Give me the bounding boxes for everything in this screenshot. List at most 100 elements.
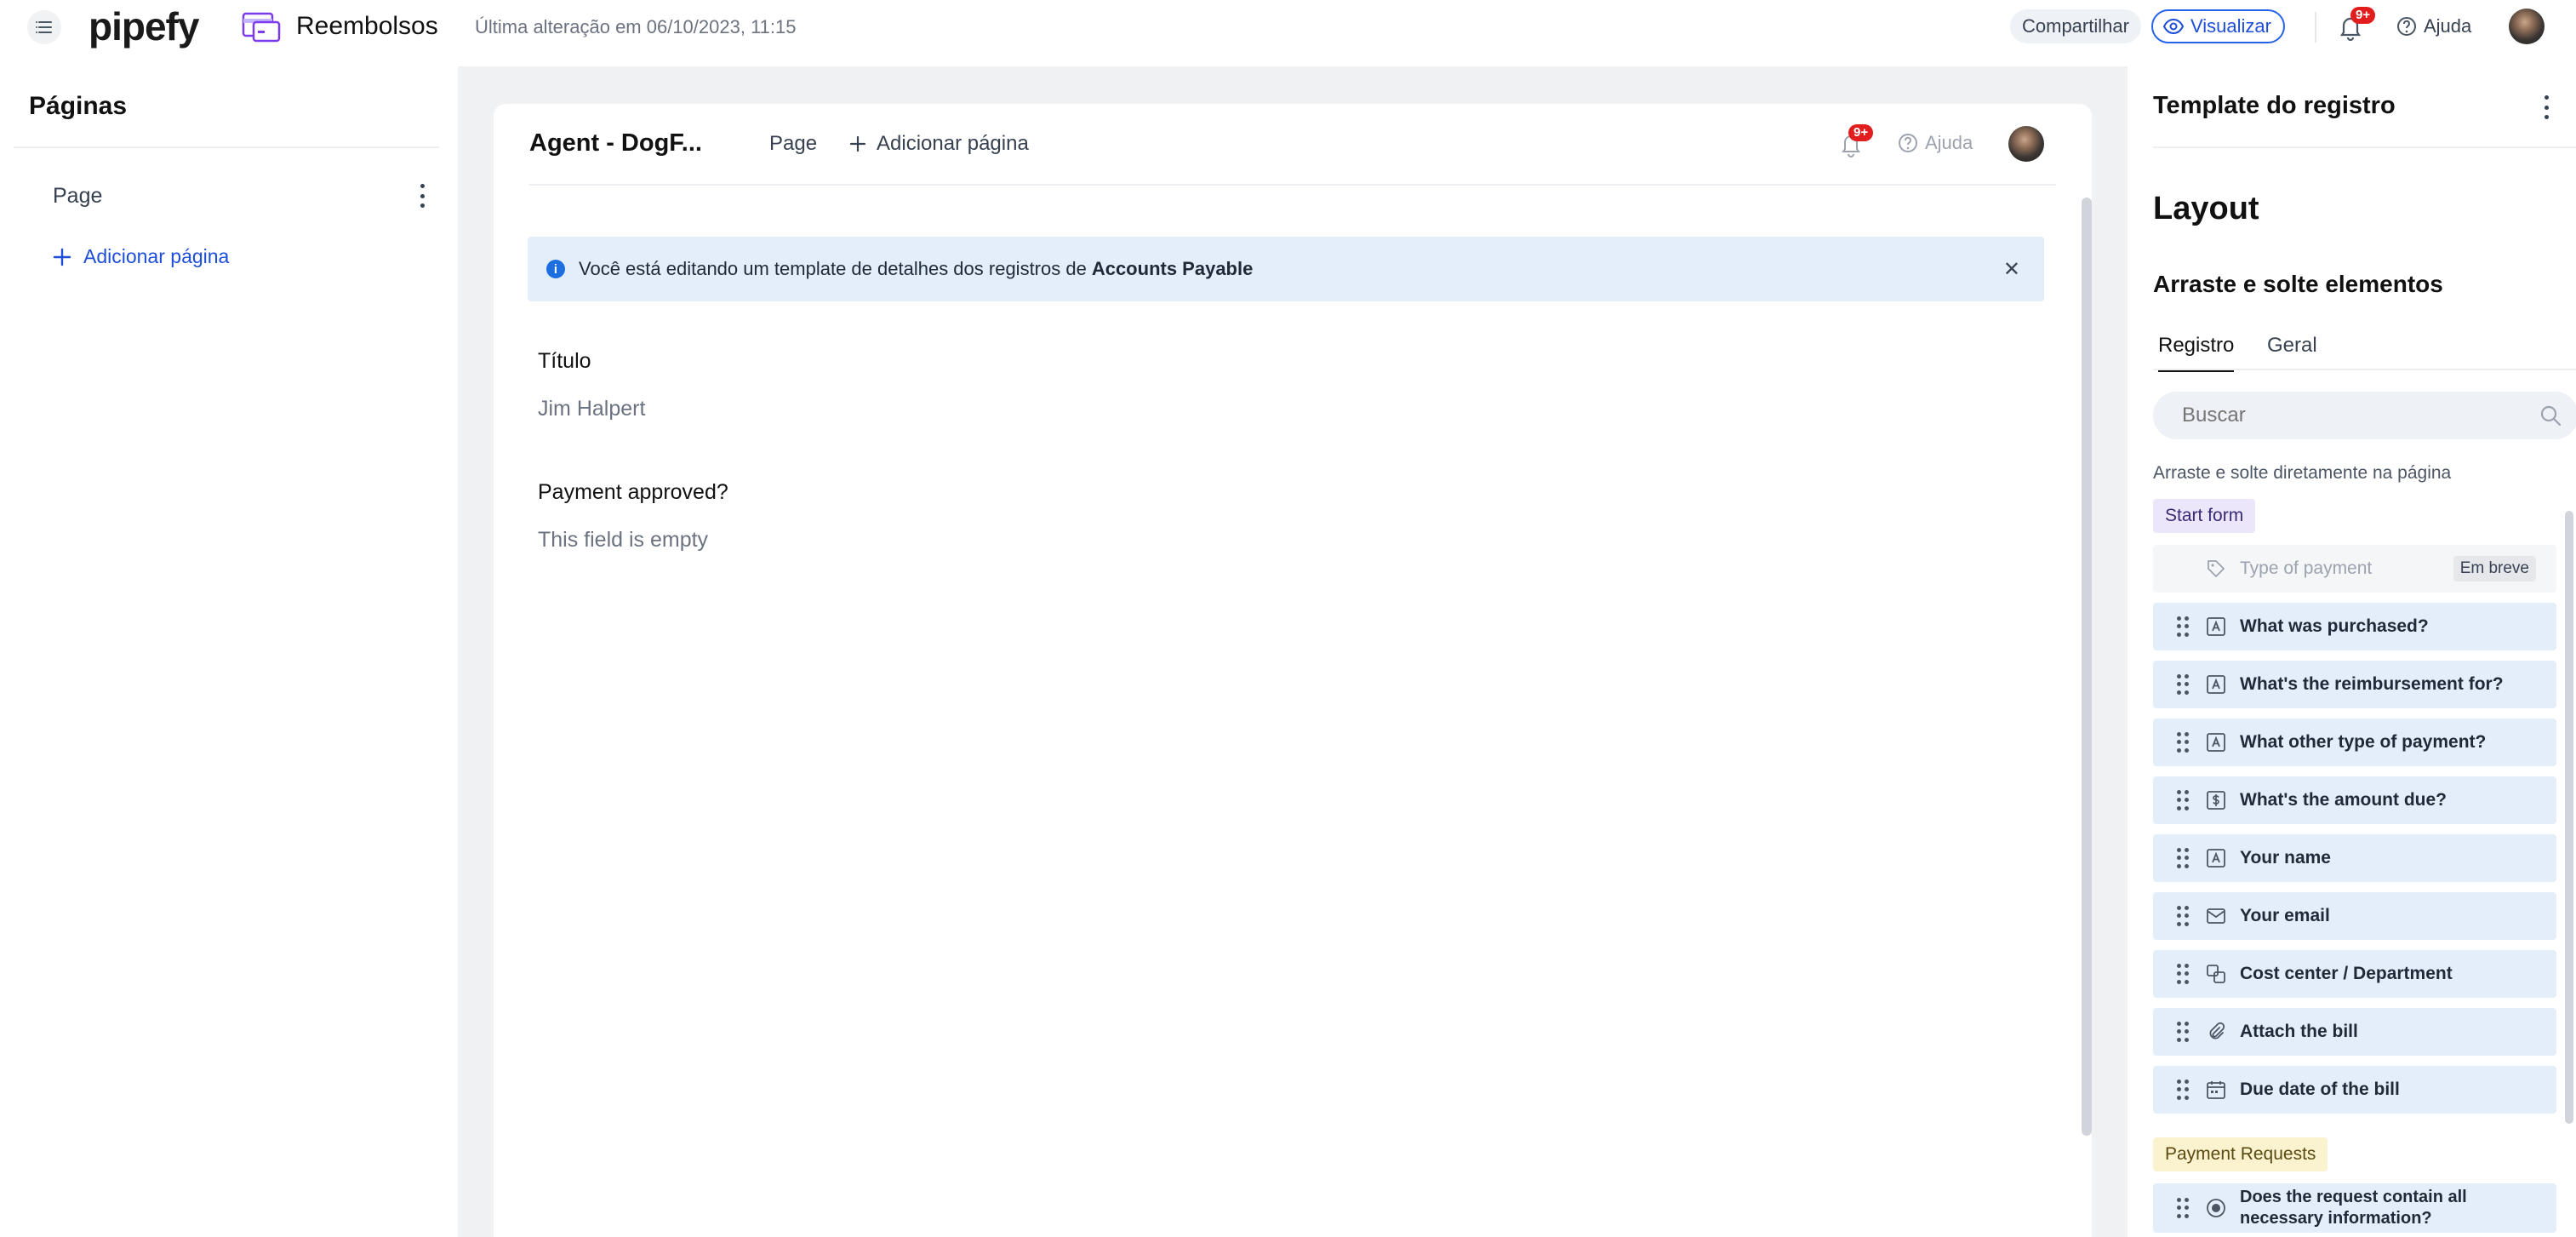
text-field-icon bbox=[2207, 849, 2225, 868]
field-item[interactable]: Your name bbox=[2153, 834, 2556, 882]
field-item[interactable]: What other type of payment? bbox=[2153, 719, 2556, 766]
view-button[interactable]: Visualizar bbox=[2151, 9, 2285, 43]
menu-icon bbox=[36, 21, 52, 33]
drag-handle-icon[interactable] bbox=[2177, 1022, 2189, 1042]
divider bbox=[529, 184, 2056, 186]
notification-badge: 9+ bbox=[2350, 7, 2376, 24]
plus-icon bbox=[53, 248, 71, 266]
last-change-text: Última alteração em 06/10/2023, 11:15 bbox=[475, 16, 797, 37]
pipefy-logo[interactable]: pipefy bbox=[89, 3, 199, 49]
help-circle-icon bbox=[1899, 134, 1917, 152]
connection-icon bbox=[2207, 965, 2225, 983]
search-field[interactable] bbox=[2153, 392, 2576, 439]
drag-handle-icon[interactable] bbox=[2177, 906, 2189, 926]
field-item-label: What's the amount due? bbox=[2240, 790, 2447, 810]
pipe-name[interactable]: Reembolsos bbox=[296, 12, 438, 41]
field-item[interactable]: Does the request contain all necessary i… bbox=[2153, 1183, 2556, 1233]
field-item-label: What other type of payment? bbox=[2240, 732, 2487, 752]
info-banner-pipe-name: Accounts Payable bbox=[1091, 258, 1254, 279]
add-page-button[interactable]: Adicionar página bbox=[53, 245, 229, 268]
help-circle-icon bbox=[2397, 17, 2416, 36]
eye-icon bbox=[2163, 19, 2184, 34]
user-avatar[interactable] bbox=[2509, 9, 2545, 44]
search-input[interactable] bbox=[2182, 404, 2522, 427]
drag-handle-icon[interactable] bbox=[2177, 790, 2189, 810]
add-page-label: Adicionar página bbox=[83, 245, 230, 267]
drag-handle-icon[interactable] bbox=[2177, 964, 2189, 984]
field-item[interactable]: Attach the bill bbox=[2153, 1008, 2556, 1056]
pipe-icon bbox=[242, 12, 281, 43]
field-item[interactable]: What's the reimbursement for? bbox=[2153, 661, 2556, 708]
help-label: Ajuda bbox=[2424, 15, 2472, 37]
canvas-help-label: Ajuda bbox=[1925, 132, 1973, 153]
canvas-user-avatar[interactable] bbox=[2008, 126, 2044, 162]
group-tag-payment-requests: Payment Requests bbox=[2153, 1137, 2328, 1171]
info-banner-text: Você está editando um template de detalh… bbox=[579, 258, 1087, 279]
template-panel-scrollbar[interactable] bbox=[2565, 511, 2573, 1124]
canvas-title[interactable]: Agent - DogF... bbox=[529, 129, 702, 157]
field-item-label: Your email bbox=[2240, 906, 2330, 925]
search-icon bbox=[2540, 405, 2562, 427]
more-options-icon[interactable] bbox=[419, 184, 426, 208]
close-icon[interactable]: ✕ bbox=[2003, 257, 2020, 282]
field-item-label: What's the reimbursement for? bbox=[2240, 674, 2504, 694]
canvas-help-link[interactable]: Ajuda bbox=[1898, 132, 1973, 154]
page-item-label: Page bbox=[53, 183, 103, 208]
field-value[interactable]: This field is empty bbox=[538, 528, 708, 553]
template-panel-title: Template do registro bbox=[2153, 92, 2396, 119]
tab-geral[interactable]: Geral bbox=[2267, 334, 2317, 369]
field-item[interactable]: What's the amount due? bbox=[2153, 776, 2556, 824]
field-item-label: Your name bbox=[2240, 848, 2331, 868]
canvas-page-tab[interactable]: Page bbox=[769, 132, 817, 156]
text-field-icon bbox=[2207, 733, 2225, 752]
drag-handle-icon[interactable] bbox=[2177, 1080, 2189, 1100]
drag-handle-icon[interactable] bbox=[2177, 848, 2189, 868]
drag-hint: Arraste e solte diretamente na página bbox=[2153, 463, 2452, 483]
drag-handle-icon[interactable] bbox=[2177, 616, 2189, 637]
pages-panel: Páginas Page Adicionar página bbox=[0, 66, 458, 1237]
coming-soon-badge: Em breve bbox=[2453, 556, 2536, 581]
share-button[interactable]: Compartilhar bbox=[2010, 9, 2141, 43]
field-item[interactable]: Due date of the bill bbox=[2153, 1066, 2556, 1114]
currency-icon bbox=[2207, 791, 2225, 810]
pages-title: Páginas bbox=[29, 92, 128, 120]
radio-icon bbox=[2207, 1199, 2225, 1217]
canvas-add-page-button[interactable]: Adicionar página bbox=[849, 132, 1029, 156]
layout-heading: Layout bbox=[2153, 191, 2259, 226]
field-item-label: Does the request contain all necessary i… bbox=[2240, 1188, 2467, 1228]
template-panel: Template do registro Layout Arraste e so… bbox=[2128, 66, 2576, 1237]
plus-icon bbox=[849, 135, 866, 152]
drag-elements-heading: Arraste e solte elementos bbox=[2153, 271, 2443, 297]
group-tag-start-form: Start form bbox=[2153, 499, 2256, 533]
field-item-label: Due date of the bill bbox=[2240, 1080, 2400, 1099]
drag-handle-icon[interactable] bbox=[2177, 1198, 2189, 1218]
field-value[interactable]: Jim Halpert bbox=[538, 397, 645, 421]
paperclip-icon bbox=[2209, 1022, 2225, 1039]
tab-registro[interactable]: Registro bbox=[2158, 334, 2235, 372]
menu-toggle-button[interactable] bbox=[27, 10, 61, 44]
field-item[interactable]: What was purchased? bbox=[2153, 603, 2556, 650]
field-item[interactable]: Cost center / Department bbox=[2153, 950, 2556, 998]
top-bar: pipefy Reembolsos Última alteração em 06… bbox=[0, 0, 2576, 54]
divider bbox=[2153, 146, 2576, 148]
template-more-options-icon[interactable] bbox=[2543, 95, 2550, 119]
drag-handle-icon[interactable] bbox=[2177, 674, 2189, 695]
field-item[interactable]: Your email bbox=[2153, 892, 2556, 940]
email-icon bbox=[2207, 908, 2225, 924]
canvas-notification-badge: 9+ bbox=[1848, 124, 1874, 141]
divider bbox=[2315, 12, 2316, 43]
field-item-disabled: Type of payment Em breve bbox=[2153, 545, 2556, 593]
view-button-label: Visualizar bbox=[2190, 15, 2271, 37]
help-link[interactable]: Ajuda bbox=[2396, 15, 2471, 37]
info-icon: i bbox=[546, 260, 565, 278]
text-field-icon bbox=[2207, 617, 2225, 636]
tab-divider bbox=[2153, 369, 2576, 370]
field-label: Título bbox=[538, 349, 591, 373]
canvas-scrollbar[interactable] bbox=[2082, 198, 2092, 1136]
divider bbox=[14, 146, 439, 148]
drag-handle-icon[interactable] bbox=[2177, 732, 2189, 753]
canvas-add-page-label: Adicionar página bbox=[877, 132, 1029, 155]
text-field-icon bbox=[2207, 675, 2225, 694]
field-item-label: Cost center / Department bbox=[2240, 964, 2453, 983]
page-list-item[interactable]: Page bbox=[29, 172, 441, 220]
